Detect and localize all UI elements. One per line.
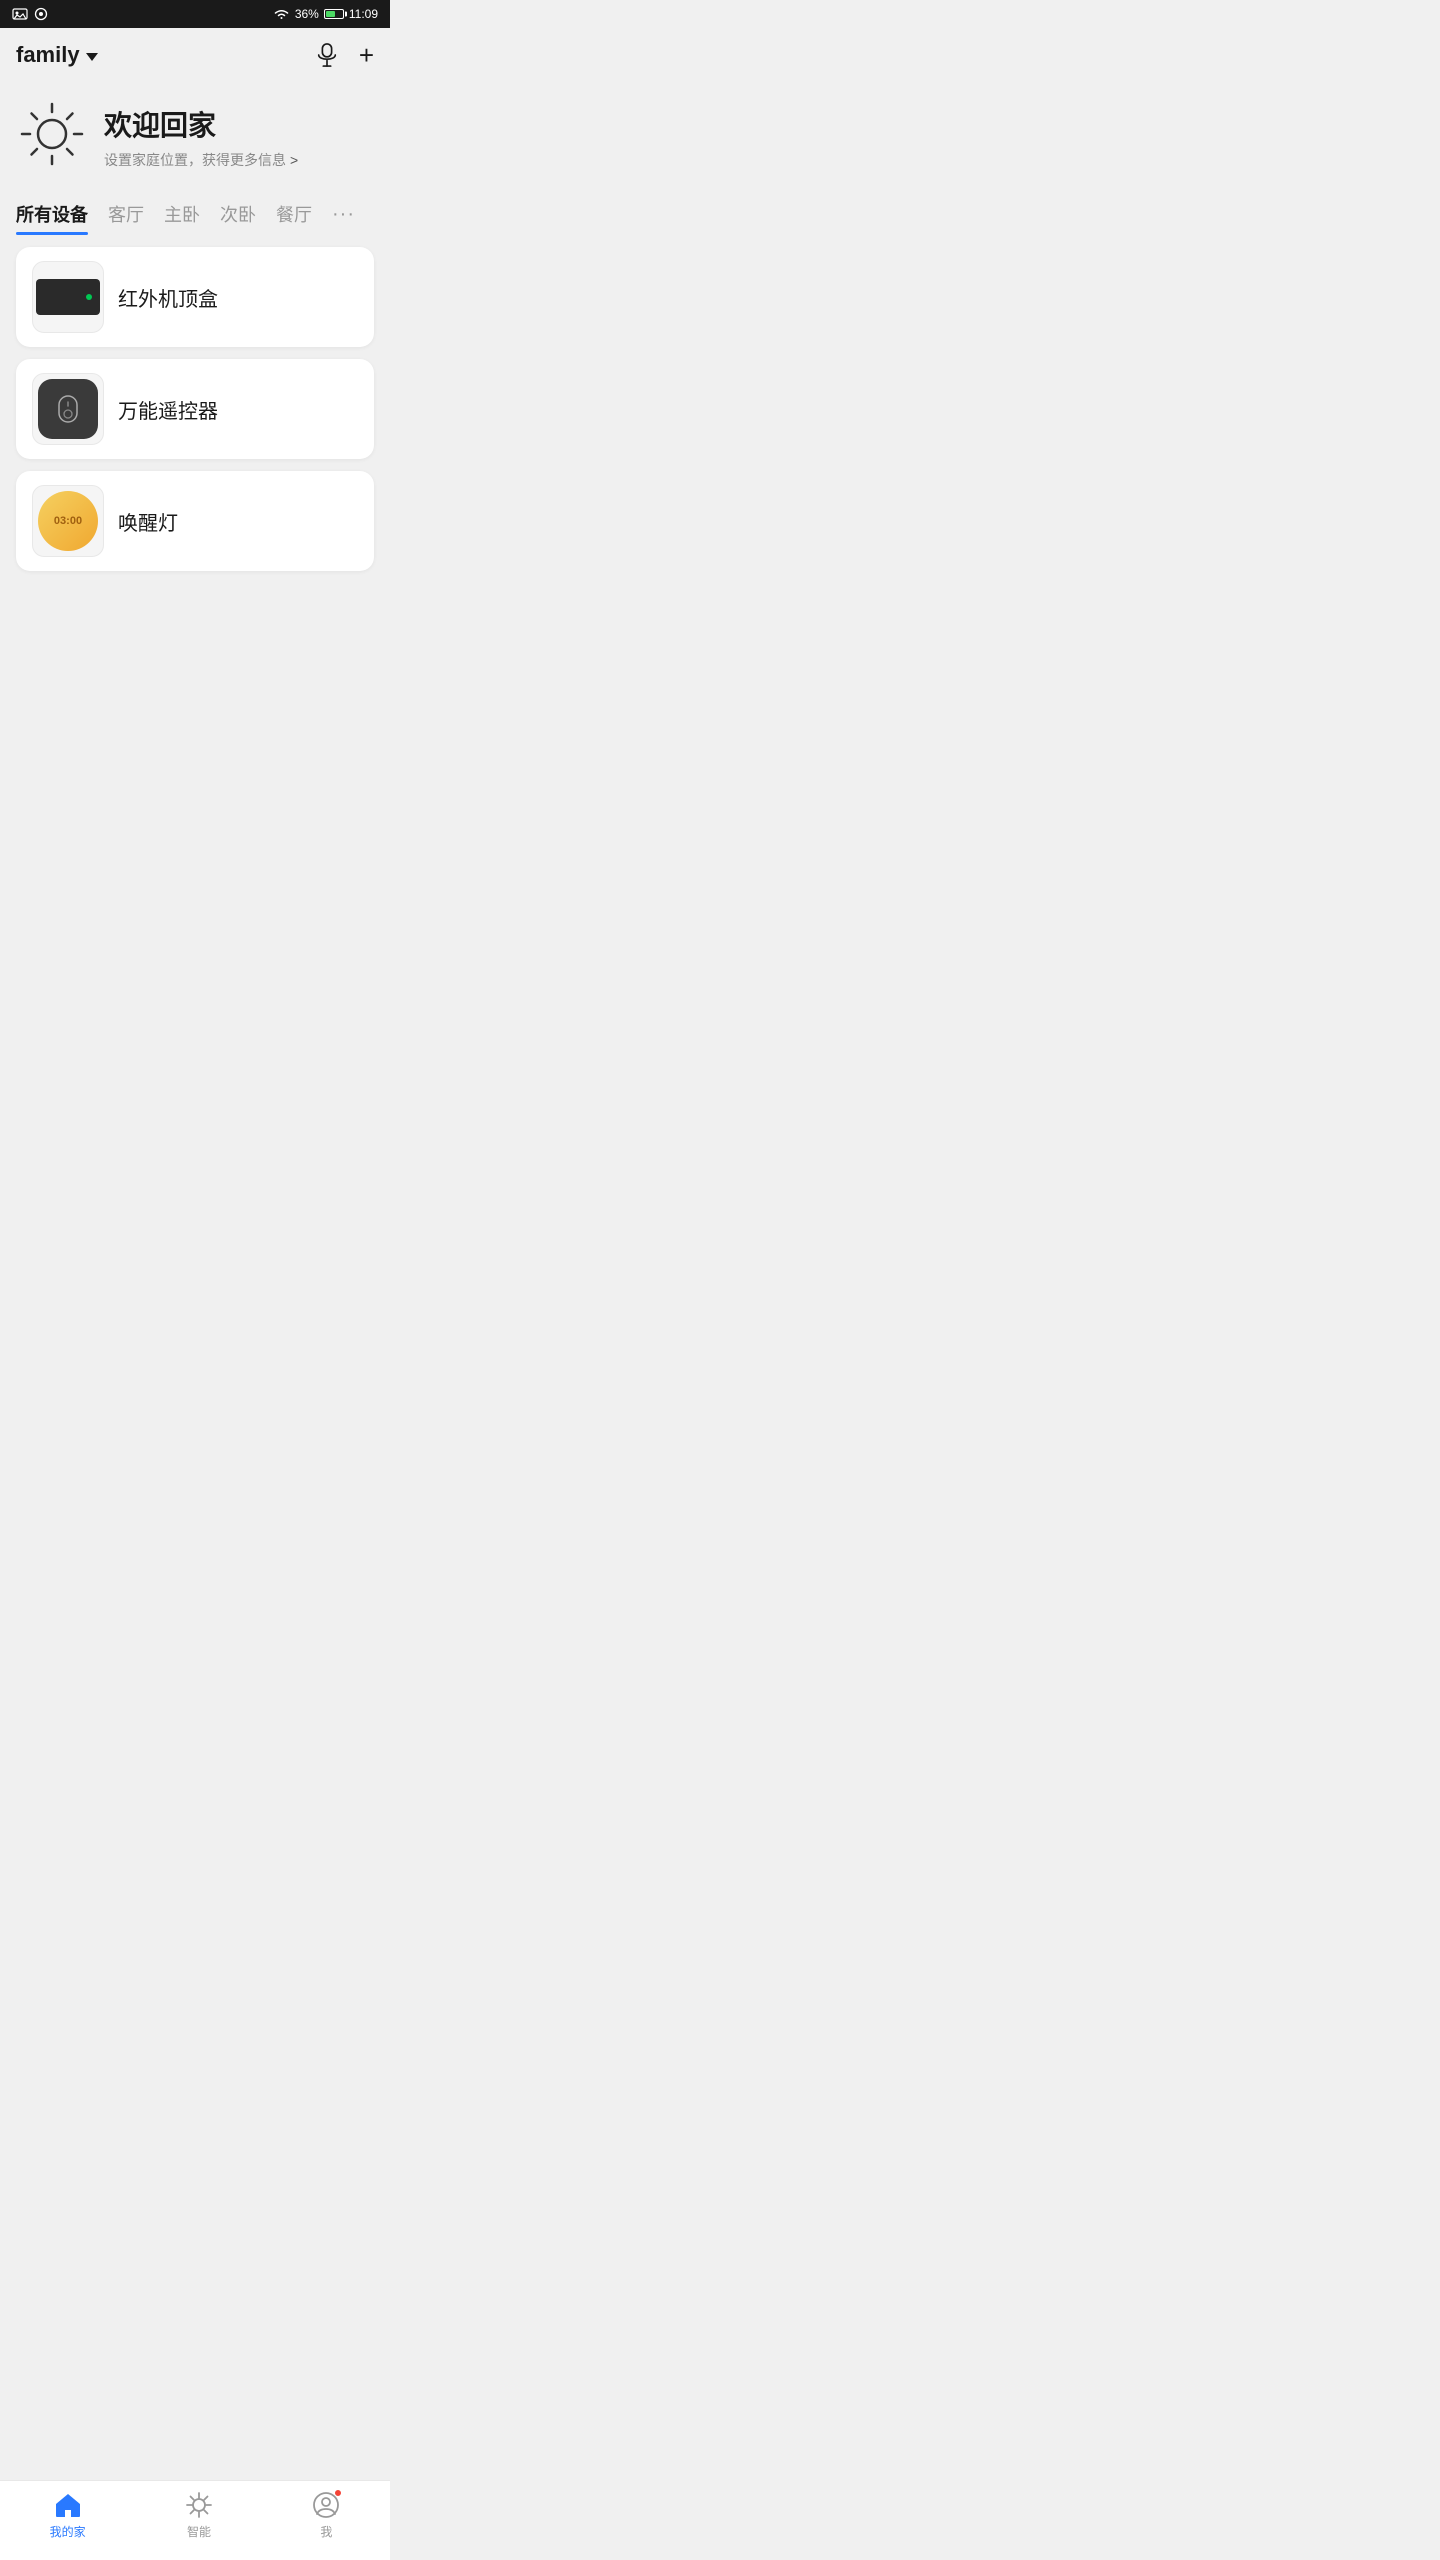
tab-master-bedroom[interactable]: 主卧 (164, 201, 200, 235)
add-button[interactable]: + (359, 42, 374, 68)
me-icon (312, 2491, 340, 2519)
smart-svg-icon (185, 2491, 213, 2519)
welcome-title: 欢迎回家 (104, 104, 298, 144)
tab-dining-room[interactable]: 餐厅 (276, 201, 312, 235)
lamp-icon: 03:00 (38, 491, 98, 551)
nav-item-home[interactable]: 我的家 (50, 2491, 86, 2540)
wifi-icon (273, 8, 290, 21)
nav-item-me[interactable]: 我 (312, 2491, 340, 2540)
battery-percent: 36% (295, 7, 319, 21)
welcome-subtitle[interactable]: 设置家庭位置，获得更多信息 > (104, 150, 298, 170)
arrow-icon: > (290, 152, 298, 168)
welcome-banner: 欢迎回家 设置家庭位置，获得更多信息 > (0, 78, 390, 191)
room-tabs: 所有设备 客厅 主卧 次卧 餐厅 ··· (0, 191, 390, 235)
tab-living-room[interactable]: 客厅 (108, 201, 144, 235)
device-thumb-lamp: 03:00 (32, 485, 104, 557)
circle-icon (34, 7, 48, 21)
tabs-more-button[interactable]: ··· (332, 203, 355, 234)
battery-icon (324, 9, 344, 19)
family-name: family (16, 42, 80, 68)
app-header: family + (0, 28, 390, 78)
notification-dot (334, 2489, 342, 2497)
device-name-remote: 万能遥控器 (118, 395, 218, 424)
nav-label-home: 我的家 (50, 2523, 86, 2540)
lamp-time: 03:00 (54, 515, 82, 527)
remote-icon (38, 379, 98, 439)
nav-label-smart: 智能 (187, 2523, 211, 2540)
remote-svg (51, 392, 85, 426)
tab-second-bedroom[interactable]: 次卧 (220, 201, 256, 235)
mic-svg-icon (317, 43, 337, 67)
device-name-lamp: 唤醒灯 (118, 507, 178, 536)
time-display: 11:09 (349, 7, 378, 21)
welcome-text: 欢迎回家 设置家庭位置，获得更多信息 > (104, 104, 298, 170)
device-card-lamp[interactable]: 03:00 唤醒灯 (16, 471, 374, 571)
device-thumb-settop (32, 261, 104, 333)
nav-item-smart[interactable]: 智能 (185, 2491, 213, 2540)
device-card-settop[interactable]: 红外机顶盒 (16, 247, 374, 347)
status-right: 36% 11:09 (273, 7, 378, 21)
device-card-remote[interactable]: 万能遥控器 (16, 359, 374, 459)
smart-icon (185, 2491, 213, 2519)
sun-icon (16, 98, 88, 175)
bottom-nav: 我的家 智能 我 (0, 2480, 390, 2560)
home-icon (54, 2491, 82, 2519)
device-list: 红外机顶盒 万能遥控器 03:00 唤醒灯 (0, 235, 390, 583)
family-selector[interactable]: family (16, 42, 98, 68)
status-left-icons (12, 7, 48, 21)
mic-button[interactable] (315, 43, 339, 67)
nav-label-me: 我 (320, 2523, 332, 2540)
status-bar: 36% 11:09 (0, 0, 390, 28)
device-name-settop: 红外机顶盒 (118, 283, 218, 312)
header-actions: + (315, 42, 374, 68)
device-thumb-remote (32, 373, 104, 445)
main-content: 红外机顶盒 万能遥控器 03:00 唤醒灯 (0, 235, 390, 663)
image-icon (12, 7, 28, 21)
settop-box-icon (36, 279, 100, 315)
home-svg-icon (54, 2492, 82, 2518)
tab-all-devices[interactable]: 所有设备 (16, 201, 88, 235)
chevron-down-icon (86, 53, 98, 61)
